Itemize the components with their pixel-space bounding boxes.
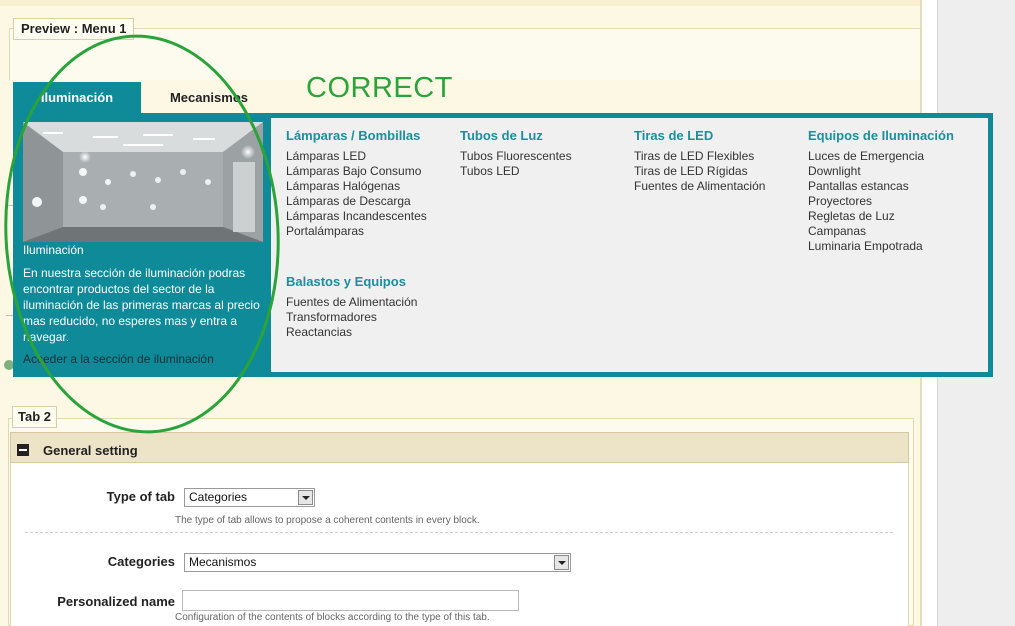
- menu-link[interactable]: Proyectores: [808, 194, 954, 209]
- chevron-down-icon[interactable]: [554, 555, 569, 570]
- personalized-name-hint: Configuration of the contents of blocks …: [175, 612, 490, 623]
- menu-link[interactable]: Tubos LED: [460, 164, 572, 179]
- menu-column-title[interactable]: Lámparas / Bombillas: [286, 128, 427, 143]
- menu-link[interactable]: Campanas: [808, 224, 954, 239]
- menu-link[interactable]: Lámparas LED: [286, 149, 427, 164]
- menu-link[interactable]: Fuentes de Alimentación: [286, 295, 417, 310]
- menu-column-tiras: Tiras de LED Tiras de LED Flexibles Tira…: [634, 128, 765, 194]
- personalized-name-input[interactable]: [182, 590, 519, 611]
- menu-link[interactable]: Transformadores: [286, 310, 417, 325]
- type-of-tab-hint: The type of tab allows to propose a cohe…: [175, 515, 480, 526]
- general-setting-title: General setting: [43, 443, 138, 458]
- separator: [25, 532, 893, 533]
- menu-link[interactable]: Portalámparas: [286, 224, 427, 239]
- menu-column-equipos: Equipos de Iluminación Luces de Emergenc…: [808, 128, 954, 254]
- menu-column-title[interactable]: Balastos y Equipos: [286, 274, 417, 289]
- annotation-correct: CORRECT: [306, 72, 453, 104]
- tab-iluminacion[interactable]: Iluminación: [13, 82, 141, 113]
- top-band: [0, 0, 922, 6]
- preview-legend: Preview : Menu 1: [13, 18, 135, 40]
- general-setting-header[interactable]: [10, 432, 909, 463]
- menu-column-title[interactable]: Tiras de LED: [634, 128, 765, 143]
- type-of-tab-label: Type of tab: [106, 489, 175, 504]
- menu-link[interactable]: Luces de Emergencia: [808, 149, 954, 164]
- categories-label: Categories: [107, 554, 175, 569]
- left-edge-artifacts: [0, 150, 14, 370]
- menu-column-tubos: Tubos de Luz Tubos Fluorescentes Tubos L…: [460, 128, 572, 179]
- feature-access-link[interactable]: Acceder a la sección de iluminación: [23, 352, 214, 366]
- menu-link[interactable]: Fuentes de Alimentación: [634, 179, 765, 194]
- menu-column-balastos: Balastos y Equipos Fuentes de Alimentaci…: [286, 274, 417, 340]
- tab-mecanismos[interactable]: Mecanismos: [150, 82, 268, 113]
- feature-image[interactable]: [23, 122, 263, 242]
- type-of-tab-select[interactable]: Categories: [184, 488, 315, 507]
- menu-link[interactable]: Reactancias: [286, 325, 417, 340]
- menu-link[interactable]: Tiras de LED Flexibles: [634, 149, 765, 164]
- menu-link[interactable]: Downlight: [808, 164, 954, 179]
- preview-fieldset: [9, 28, 921, 80]
- showroom-photo: [23, 122, 263, 242]
- menu-link[interactable]: Regletas de Luz: [808, 209, 954, 224]
- personalized-name-label: Personalized name: [57, 594, 175, 609]
- feature-description: En nuestra sección de iluminación podras…: [23, 266, 260, 344]
- menu-column-title[interactable]: Equipos de Iluminación: [808, 128, 954, 143]
- menu-column-title[interactable]: Tubos de Luz: [460, 128, 572, 143]
- feature-caption: Iluminación: [23, 243, 84, 257]
- type-of-tab-value: Categories: [189, 490, 248, 504]
- menu-link[interactable]: Tiras de LED Rígidas: [634, 164, 765, 179]
- menu-link[interactable]: Lámparas Bajo Consumo: [286, 164, 427, 179]
- categories-value: Mecanismos: [189, 555, 257, 569]
- categories-select[interactable]: Mecanismos: [184, 553, 571, 572]
- menu-link[interactable]: Lámparas Incandescentes: [286, 209, 427, 224]
- menu-link[interactable]: Lámparas de Descarga: [286, 194, 427, 209]
- chevron-down-icon[interactable]: [298, 490, 313, 505]
- menu-link[interactable]: Lámparas Halógenas: [286, 179, 427, 194]
- menu-link[interactable]: Luminaria Empotrada: [808, 239, 954, 254]
- menu-link[interactable]: Tubos Fluorescentes: [460, 149, 572, 164]
- tab2-legend: Tab 2: [12, 406, 57, 428]
- menu-column-lamparas: Lámparas / Bombillas Lámparas LED Lámpar…: [286, 128, 427, 239]
- menu-link[interactable]: Pantallas estancas: [808, 179, 954, 194]
- collapse-icon[interactable]: [17, 444, 29, 456]
